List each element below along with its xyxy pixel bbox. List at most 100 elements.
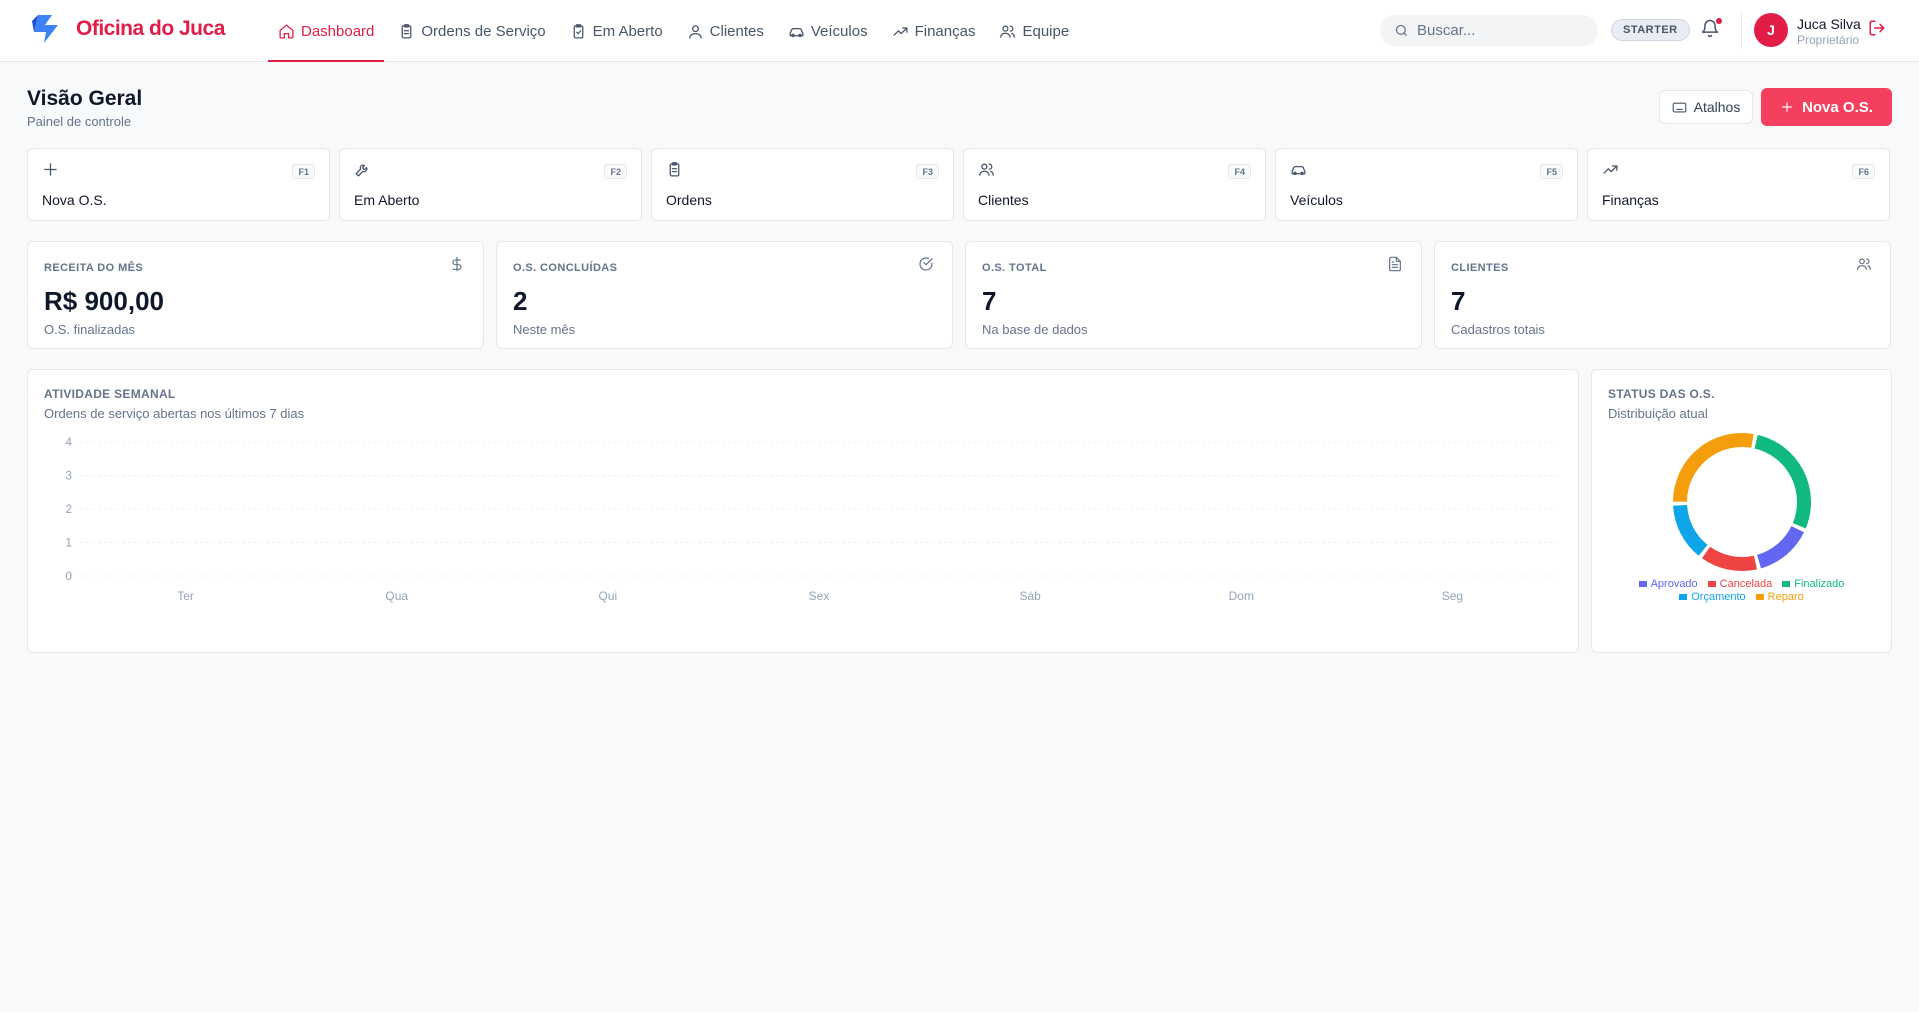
order-status-title: STATUS DAS O.S.	[1608, 387, 1715, 401]
nav-item-ordens[interactable]: Ordens de Serviço	[388, 0, 555, 62]
home-icon	[279, 23, 294, 39]
shortcut-card[interactable]: F6 Finanças	[1587, 148, 1890, 221]
legend-item[interactable]: Reparo	[1755, 591, 1804, 603]
wrench-icon	[354, 161, 372, 179]
legend-item[interactable]: Orçamento	[1679, 591, 1746, 603]
clipboard-check-icon	[573, 23, 584, 39]
y-tick-label: 3	[65, 469, 72, 483]
stat-label: RECEITA DO MÊS	[44, 262, 144, 274]
shortcut-key-badge: F3	[916, 164, 939, 179]
y-tick-label: 1	[65, 536, 72, 550]
car-icon	[789, 27, 804, 37]
shortcut-key-badge: F2	[604, 164, 627, 179]
y-tick-label: 2	[65, 502, 72, 516]
stat-card: RECEITA DO MÊS R$ 900,00 O.S. finalizadas	[27, 241, 484, 349]
nav-item-aberto[interactable]: Em Aberto	[560, 0, 673, 62]
donut-slice-aprovado	[1756, 525, 1804, 569]
stat-subtitle: Na base de dados	[982, 322, 1088, 337]
order-status-panel: STATUS DAS O.S. Distribuição atual Aprov…	[1591, 369, 1892, 653]
shortcuts-button-label: Atalhos	[1693, 99, 1741, 115]
stat-subtitle: Neste mês	[513, 322, 576, 337]
legend-row: Orçamento Reparo	[1592, 591, 1891, 603]
shortcuts-button[interactable]: Atalhos	[1659, 90, 1753, 124]
weekly-activity-panel: ATIVIDADE SEMANAL Ordens de serviço aber…	[27, 369, 1579, 653]
shortcut-card[interactable]: F1 Nova O.S.	[27, 148, 330, 221]
main-nav: Dashboard Ordens de Serviço Em Aberto Clien…	[268, 0, 1083, 62]
nav-item-financas[interactable]: Finanças	[882, 0, 986, 62]
nav-item-veiculos[interactable]: Veículos	[778, 0, 878, 62]
legend-item[interactable]: Aprovado	[1638, 578, 1698, 590]
legend-row: Aprovado Cancelada Finalizado	[1592, 578, 1891, 590]
brand-logo-icon	[32, 15, 58, 43]
donut-slice-cancelada	[1701, 546, 1757, 571]
logout-icon	[1869, 20, 1885, 36]
new-order-button-label: Nova O.S.	[1802, 98, 1873, 116]
user-icon	[688, 24, 702, 39]
legend-item[interactable]: Finalizado	[1782, 578, 1844, 590]
clipboard-icon	[666, 161, 684, 179]
nav-item-label: Finanças	[914, 22, 976, 40]
shortcut-card[interactable]: F5 Veículos	[1275, 148, 1578, 221]
legend-label: Cancelada	[1719, 578, 1773, 590]
x-tick-label: Sáb	[1019, 589, 1041, 603]
car-icon	[1290, 161, 1308, 179]
new-order-button[interactable]: Nova O.S.	[1761, 88, 1892, 126]
shortcut-card[interactable]: F4 Clientes	[963, 148, 1266, 221]
logout-button[interactable]	[1868, 19, 1888, 39]
nav-item-label: Ordens de Serviço	[421, 22, 546, 40]
legend-swatch	[1707, 581, 1716, 587]
shortcut-key-badge: F4	[1228, 164, 1251, 179]
weekly-activity-subtitle: Ordens de serviço abertas nos últimos 7 …	[44, 406, 305, 421]
search-input[interactable]	[1417, 22, 1577, 39]
stat-card: O.S. CONCLUÍDAS 2 Neste mês	[496, 241, 953, 349]
users-icon	[1856, 256, 1874, 274]
order-status-donut-chart	[1673, 433, 1811, 571]
legend-item[interactable]: Cancelada	[1707, 578, 1773, 590]
trending-up-icon	[1602, 161, 1620, 179]
page-subtitle: Painel de controle	[27, 114, 132, 129]
nav-item-equipe[interactable]: Equipe	[989, 0, 1079, 62]
donut-slice-orçamento	[1673, 504, 1708, 556]
x-tick-label: Qui	[599, 589, 618, 603]
nav-item-label: Equipe	[1022, 22, 1070, 40]
order-status-subtitle: Distribuição atual	[1608, 406, 1708, 421]
search-icon	[1395, 24, 1407, 36]
stat-value: 2	[513, 286, 528, 316]
nav-item-dashboard[interactable]: Dashboard	[268, 0, 385, 62]
x-tick-label: Sex	[809, 589, 830, 603]
avatar[interactable]: J	[1754, 13, 1788, 47]
x-tick-label: Qua	[385, 589, 408, 603]
trending-up-icon	[893, 26, 908, 36]
dollar-icon	[449, 256, 467, 274]
shortcut-card[interactable]: F2 Em Aberto	[339, 148, 642, 221]
nav-item-label: Dashboard	[301, 22, 375, 40]
donut-slice-reparo	[1673, 433, 1754, 502]
search-box[interactable]	[1380, 15, 1598, 46]
shortcut-label: Finanças	[1602, 192, 1659, 208]
shortcut-key-badge: F5	[1540, 164, 1563, 179]
x-tick-label: Dom	[1229, 589, 1254, 603]
x-tick-label: Seg	[1442, 589, 1463, 603]
shortcut-card[interactable]: F3 Ordens	[651, 148, 954, 221]
shortcut-key-badge: F6	[1852, 164, 1875, 179]
shortcut-label: Ordens	[666, 192, 712, 208]
shortcut-label: Nova O.S.	[42, 192, 107, 208]
clipboard-icon	[402, 23, 412, 39]
file-text-icon	[1387, 256, 1405, 274]
nav-item-label: Clientes	[709, 22, 764, 40]
weekly-activity-title: ATIVIDADE SEMANAL	[44, 387, 176, 401]
weekly-activity-chart: 4 3 2 1 0 Ter Qua Qui Sex Sáb Dom Seg	[65, 435, 1558, 603]
user-name: Juca Silva	[1797, 16, 1861, 32]
legend-swatch	[1755, 594, 1764, 600]
stat-subtitle: O.S. finalizadas	[44, 322, 136, 337]
legend-swatch	[1782, 581, 1791, 587]
nav-item-clientes[interactable]: Clientes	[677, 0, 774, 62]
notifications-button[interactable]	[1700, 18, 1724, 42]
brand[interactable]: Oficina do Juca	[28, 13, 225, 45]
legend-label: Reparo	[1767, 591, 1804, 603]
donut-slice-finalizado	[1754, 434, 1811, 529]
stat-card: CLIENTES 7 Cadastros totais	[1434, 241, 1891, 349]
legend-swatch	[1638, 581, 1647, 587]
stat-label: O.S. TOTAL	[982, 262, 1047, 274]
stat-value: 7	[1451, 286, 1466, 316]
